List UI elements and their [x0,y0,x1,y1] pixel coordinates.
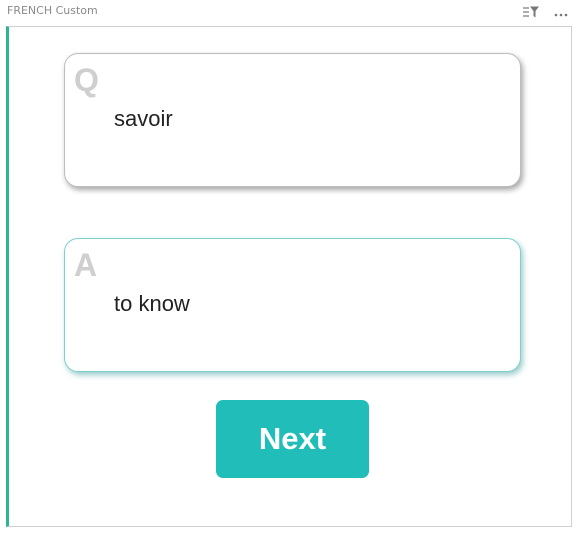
answer-letter: A [74,247,98,283]
answer-text: to know [114,291,190,316]
answer-card: A to know [64,238,521,372]
title-bar: FRENCH Custom [0,0,577,22]
next-button[interactable]: Next [216,400,369,478]
question-card: Q savoir [64,53,521,187]
question-text: savoir [114,106,173,131]
filter-icon[interactable] [522,5,540,19]
question-letter: Q [74,62,99,98]
more-options-icon[interactable] [552,7,570,17]
widget-title: FRENCH Custom [7,4,98,17]
flashcard-panel: Q savoir A to know Next [6,26,572,527]
